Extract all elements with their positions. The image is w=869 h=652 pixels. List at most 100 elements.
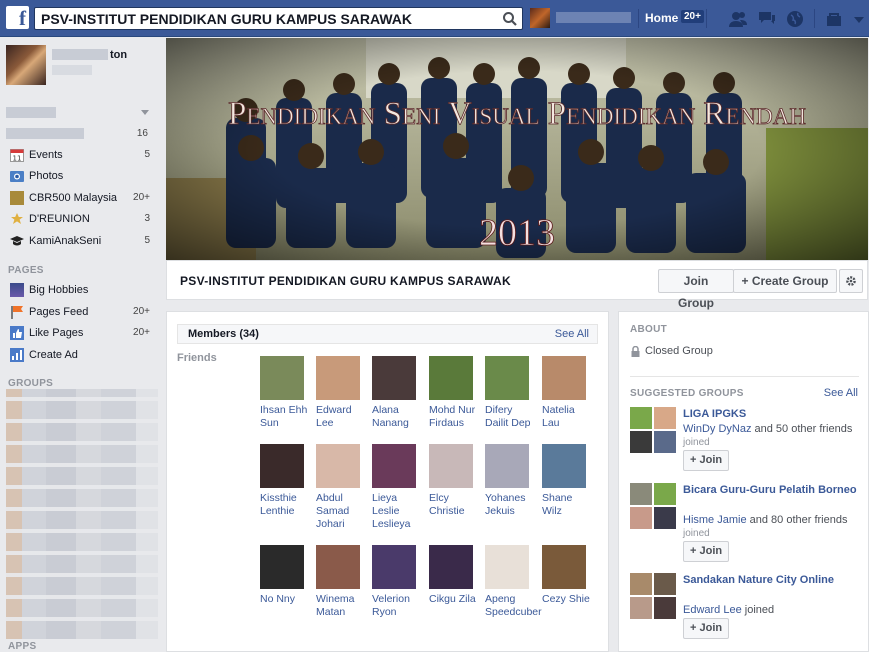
member-photo[interactable] — [260, 444, 304, 488]
member-card[interactable]: Kissthie Lenthie — [260, 444, 310, 518]
join-group-button[interactable]: Join Group — [658, 269, 734, 310]
news-feed-blurred[interactable] — [6, 107, 56, 118]
member-photo[interactable] — [316, 356, 360, 400]
sidebar-item-kamianakseni[interactable]: KamiAnakSeni 5 — [8, 231, 158, 251]
messages-icon[interactable] — [757, 9, 777, 29]
search-icon[interactable] — [502, 11, 518, 27]
suggested-group-thumbnails[interactable] — [630, 483, 676, 529]
member-name[interactable]: Elcy Christie — [429, 492, 479, 518]
member-photo[interactable] — [542, 444, 586, 488]
suggested-group-thumbnails[interactable] — [630, 573, 676, 619]
create-group-button[interactable]: + Create Group — [733, 269, 837, 293]
member-name[interactable]: Cezy Shie — [542, 593, 592, 606]
member-photo[interactable] — [260, 545, 304, 589]
member-link[interactable]: Edward Lee — [683, 604, 742, 616]
member-photo[interactable] — [542, 545, 586, 589]
member-card[interactable]: Cezy Shie — [542, 545, 592, 606]
chevron-down-icon[interactable] — [141, 110, 149, 116]
sidebar-item-photos[interactable]: Photos — [8, 166, 158, 186]
sidebar-item-create-ad[interactable]: Create Ad — [8, 345, 158, 365]
join-suggested-group-button[interactable]: + Join — [683, 541, 730, 562]
member-name[interactable]: Winema Matan — [316, 593, 366, 619]
friend-requests-icon[interactable] — [728, 9, 748, 29]
profile-name[interactable]: ton — [110, 49, 127, 61]
member-card[interactable]: Ihsan Ehh Sun — [260, 356, 310, 430]
member-name[interactable]: Natelia Lau — [542, 404, 592, 430]
cover-photo[interactable]: Pendidikan Seni Visual Pendidikan Rendah… — [166, 38, 868, 260]
member-card[interactable]: Shane Wilz — [542, 444, 592, 518]
member-card[interactable]: Winema Matan — [316, 545, 366, 619]
apps-section-header[interactable]: APPS — [8, 641, 36, 652]
member-photo[interactable] — [429, 356, 473, 400]
notifications-globe-icon[interactable] — [785, 9, 805, 29]
groups-list-blurred[interactable] — [6, 389, 158, 639]
member-link[interactable]: Hisme Jamie — [683, 514, 747, 526]
join-suggested-group-button[interactable]: + Join — [683, 618, 730, 639]
member-photo[interactable] — [316, 545, 360, 589]
member-name[interactable]: No Nny — [260, 593, 310, 606]
member-name[interactable]: Abdul Samad Johari — [316, 492, 366, 531]
member-name[interactable]: Lieya Leslie Leslieya — [372, 492, 422, 531]
sidebar-item-events[interactable]: 11 Events 5 — [8, 145, 158, 165]
profile-name-blurred[interactable] — [52, 49, 108, 60]
member-photo[interactable] — [372, 356, 416, 400]
member-name[interactable]: Edward Lee — [316, 404, 366, 430]
account-menu-arrow-icon[interactable] — [849, 9, 869, 29]
member-card[interactable]: Apeng Speedcuber — [485, 545, 542, 619]
member-photo[interactable] — [485, 356, 529, 400]
group-title[interactable]: PSV-INSTITUT PENDIDIKAN GURU KAMPUS SARA… — [180, 274, 511, 288]
member-name[interactable]: Cikgu Zila — [429, 593, 479, 606]
member-card[interactable]: Abdul Samad Johari — [316, 444, 366, 531]
member-card[interactable]: Alana Nanang — [372, 356, 422, 430]
member-name[interactable]: Kissthie Lenthie — [260, 492, 310, 518]
member-photo[interactable] — [485, 444, 529, 488]
sidebar-item-dreunion[interactable]: D'REUNION 3 — [8, 209, 158, 229]
home-link[interactable]: Home — [645, 11, 678, 25]
pages-section-header[interactable]: PAGES — [8, 265, 44, 276]
member-name[interactable]: Shane Wilz — [542, 492, 592, 518]
member-name[interactable]: Ihsan Ehh Sun — [260, 404, 310, 430]
member-card[interactable]: Yohanes Jekuis — [485, 444, 535, 518]
sidebar-item-pages-feed[interactable]: Pages Feed 20+ — [8, 302, 158, 322]
sidebar-item-cbr500[interactable]: CBR500 Malaysia 20+ — [8, 188, 158, 208]
user-avatar[interactable] — [530, 8, 550, 28]
suggested-see-all-link[interactable]: See All — [824, 387, 858, 399]
search-box[interactable] — [34, 7, 523, 30]
groups-section-header[interactable]: GROUPS — [8, 378, 53, 389]
member-photo[interactable] — [372, 545, 416, 589]
suggested-group-name[interactable]: Bicara Guru-Guru Pelatih Borneo — [683, 483, 863, 497]
suggested-group-name[interactable]: LIGA IPGKS — [683, 407, 863, 421]
join-suggested-group-button[interactable]: + Join — [683, 450, 730, 471]
member-photo[interactable] — [429, 545, 473, 589]
member-card[interactable]: Difery Dailit Dep — [485, 356, 535, 430]
member-photo[interactable] — [316, 444, 360, 488]
sidebar-item-big-hobbies[interactable]: Big Hobbies — [8, 280, 158, 300]
suggested-group-thumbnails[interactable] — [630, 407, 676, 453]
member-card[interactable]: Natelia Lau — [542, 356, 592, 430]
group-settings-button[interactable] — [839, 269, 863, 293]
member-card[interactable]: Velerion Ryon — [372, 545, 422, 619]
member-photo[interactable] — [372, 444, 416, 488]
members-title[interactable]: Members (34) — [188, 328, 259, 340]
sidebar-item-like-pages[interactable]: Like Pages 20+ — [8, 323, 158, 343]
member-photo[interactable] — [542, 356, 586, 400]
member-photo[interactable] — [485, 545, 529, 589]
privacy-shortcuts-icon[interactable] — [824, 9, 844, 29]
member-name[interactable]: Difery Dailit Dep — [485, 404, 535, 430]
suggested-group-name[interactable]: Sandakan Nature City Online — [683, 573, 863, 587]
member-name[interactable]: Apeng Speedcuber — [485, 593, 542, 619]
member-card[interactable]: Edward Lee — [316, 356, 366, 430]
member-card[interactable]: Lieya Leslie Leslieya — [372, 444, 422, 531]
member-name[interactable]: Velerion Ryon — [372, 593, 422, 619]
member-card[interactable]: Cikgu Zila — [429, 545, 479, 606]
member-card[interactable]: Elcy Christie — [429, 444, 479, 518]
facebook-logo-icon[interactable]: f — [6, 6, 29, 30]
edit-profile-blurred[interactable] — [52, 65, 92, 75]
members-see-all-link[interactable]: See All — [555, 328, 589, 340]
member-photo[interactable] — [260, 356, 304, 400]
member-name[interactable]: Alana Nanang — [372, 404, 422, 430]
member-name[interactable]: Mohd Nur Firdaus — [429, 404, 479, 430]
member-card[interactable]: No Nny — [260, 545, 310, 606]
member-card[interactable]: Mohd Nur Firdaus — [429, 356, 479, 430]
profile-picture[interactable] — [6, 45, 46, 85]
